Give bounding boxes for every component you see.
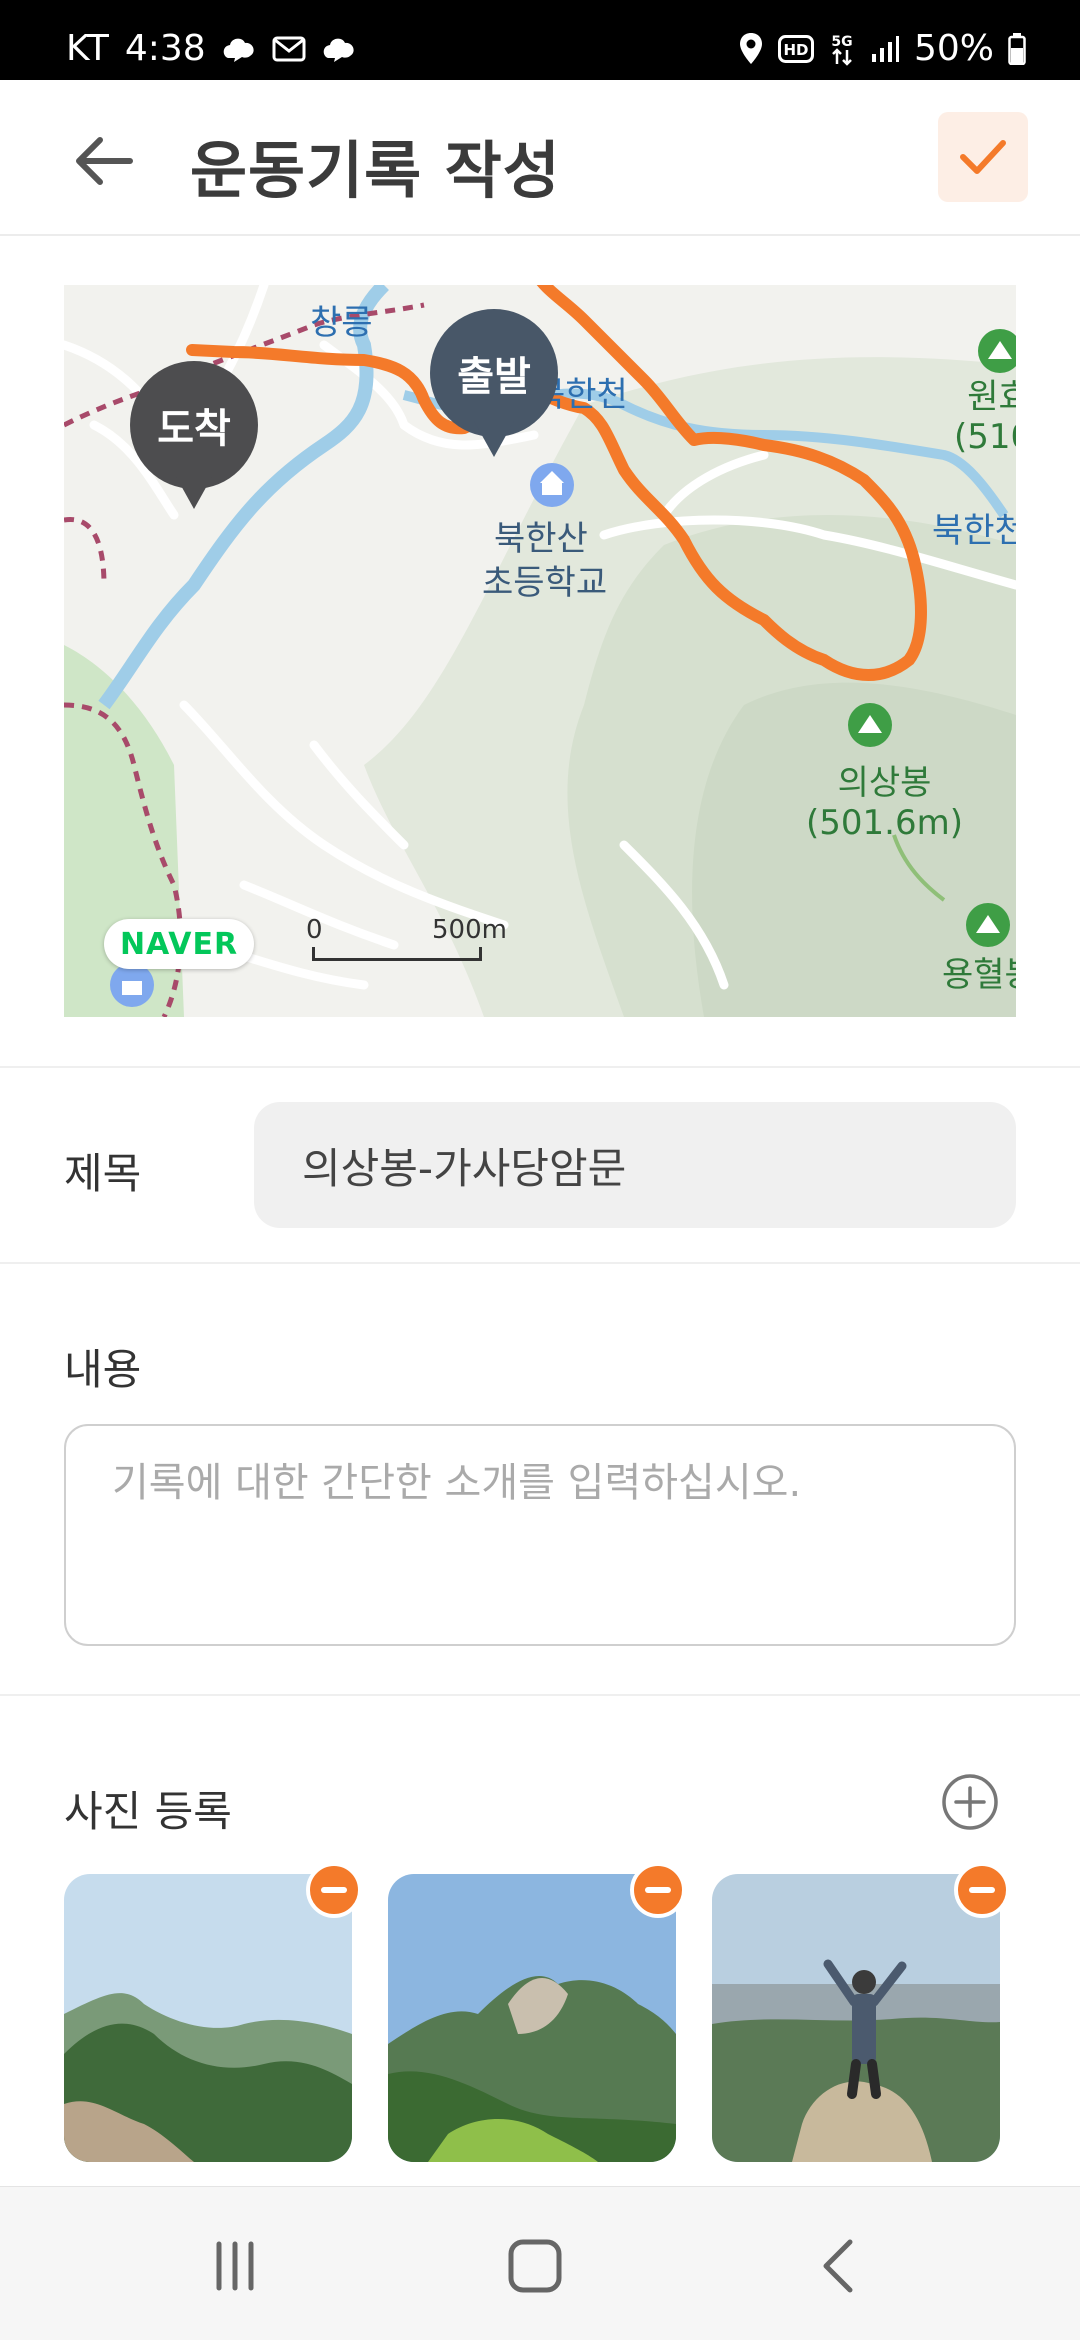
status-bar: KT 4:38 HD 5G 50% bbox=[0, 0, 1080, 80]
svg-text:5G: 5G bbox=[831, 34, 852, 50]
map-label-school-name: 북한산 bbox=[494, 519, 588, 559]
naver-logo: NAVER bbox=[104, 919, 254, 969]
end-pin[interactable]: 도착 bbox=[130, 361, 258, 509]
map-label-school-type: 초등학교 bbox=[482, 563, 608, 603]
add-photo-button[interactable] bbox=[940, 1772, 1000, 1832]
system-nav-bar bbox=[0, 2186, 1080, 2340]
5g-icon: 5G bbox=[828, 32, 856, 66]
photo-thumbnail-2[interactable] bbox=[388, 1874, 676, 2162]
app-bar: 운동기록 작성 bbox=[0, 80, 1080, 236]
status-right: HD 5G 50% bbox=[738, 28, 1026, 69]
home-button[interactable] bbox=[490, 2221, 580, 2311]
nav-back-button[interactable] bbox=[795, 2221, 885, 2311]
check-icon bbox=[960, 140, 1006, 174]
home-icon bbox=[508, 2239, 562, 2293]
divider bbox=[0, 1694, 1080, 1696]
plus-circle-icon bbox=[942, 1774, 998, 1830]
back-button[interactable] bbox=[70, 126, 140, 196]
map-label-yonghyeolbong: 용혈봉 bbox=[942, 955, 1016, 995]
end-pin-label: 도착 bbox=[157, 406, 231, 452]
uisangbong-name: 의상봉 bbox=[837, 763, 932, 803]
mail-icon bbox=[272, 36, 306, 62]
scale-end: 500m bbox=[432, 915, 507, 945]
photo-label: 사진 등록 bbox=[64, 1787, 232, 1836]
remove-photo-button[interactable] bbox=[630, 1862, 686, 1918]
remove-photo-button[interactable] bbox=[306, 1862, 362, 1918]
hiker-on-summit-photo bbox=[712, 1874, 1000, 2162]
title-input[interactable]: 의상봉-가사당암문 bbox=[254, 1102, 1016, 1228]
mountain-ridge-photo bbox=[64, 1874, 352, 2162]
content-textarea[interactable]: 기록에 대한 간단한 소개를 입력하십시오. bbox=[64, 1424, 1016, 1646]
remove-photo-button[interactable] bbox=[954, 1862, 1010, 1918]
photo-thumbnail-3[interactable] bbox=[712, 1874, 1000, 2162]
map-label-uisangbong: 의상봉 (501.6m) bbox=[806, 763, 963, 843]
route-map[interactable]: 창릉 북한천 북한천 북한산 초등학교 원효 (510. 의상봉 (501.6m… bbox=[64, 285, 1016, 1017]
nav-back-icon bbox=[823, 2239, 853, 2293]
cloud-chat-icon bbox=[322, 34, 356, 64]
divider bbox=[0, 1066, 1080, 1068]
location-icon bbox=[738, 32, 764, 66]
signal-icon bbox=[870, 34, 900, 64]
recents-icon bbox=[216, 2241, 254, 2291]
uisangbong-height: (501.6m) bbox=[806, 803, 963, 843]
content-placeholder: 기록에 대한 간단한 소개를 입력하십시오. bbox=[112, 1460, 802, 1506]
battery-percent: 50% bbox=[913, 28, 994, 69]
divider bbox=[0, 1262, 1080, 1264]
clock: 4:38 bbox=[124, 28, 206, 69]
hd-icon: HD bbox=[777, 34, 814, 63]
rocky-peak-photo bbox=[388, 1874, 676, 2162]
content-label: 내용 bbox=[64, 1345, 142, 1394]
back-arrow-icon bbox=[76, 137, 133, 185]
cloud-chat-icon bbox=[222, 34, 256, 64]
confirm-button[interactable] bbox=[938, 112, 1028, 202]
map-label-changneung: 창릉 bbox=[310, 303, 373, 343]
recents-button[interactable] bbox=[190, 2221, 280, 2311]
start-pin[interactable]: 출발 bbox=[430, 309, 558, 457]
map-scale: 0 500m bbox=[304, 915, 507, 961]
photo-thumbnail-1[interactable] bbox=[64, 1874, 352, 2162]
page-title: 운동기록 작성 bbox=[190, 134, 561, 207]
wonhyo-height: (510. bbox=[954, 417, 1016, 457]
start-pin-label: 출발 bbox=[457, 354, 531, 400]
scale-start: 0 bbox=[306, 915, 323, 945]
battery-icon bbox=[1008, 32, 1026, 65]
svg-text:HD: HD bbox=[783, 41, 808, 59]
carrier-label: KT bbox=[66, 28, 109, 69]
wonhyo-name: 원효 bbox=[967, 377, 1016, 417]
map-label-wonhyo: 원효 (510. bbox=[954, 377, 1016, 457]
map-label-bukhancheon-2: 북한천 bbox=[932, 511, 1016, 551]
scale-bar bbox=[312, 947, 482, 961]
title-label: 제목 bbox=[64, 1149, 142, 1198]
status-left: KT 4:38 bbox=[66, 28, 356, 69]
